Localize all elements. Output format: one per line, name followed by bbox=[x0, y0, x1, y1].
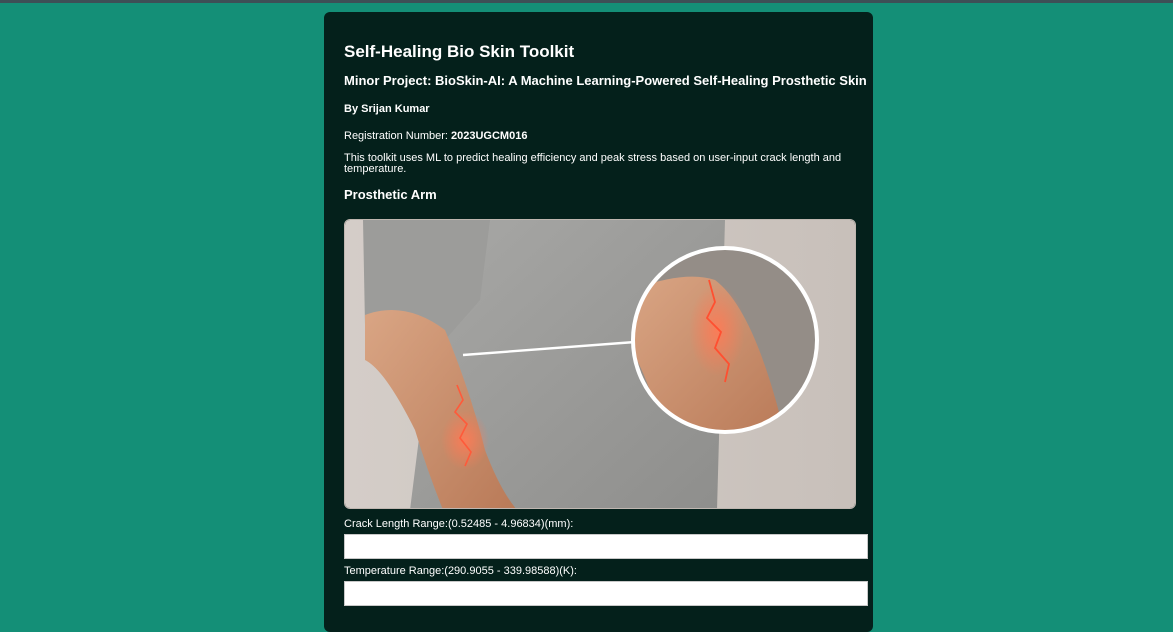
temperature-label: Temperature Range:(290.9055 - 339.98588)… bbox=[344, 565, 577, 577]
temperature-input[interactable] bbox=[344, 581, 868, 606]
author-name: Srijan Kumar bbox=[361, 103, 430, 115]
window-top-border bbox=[0, 0, 1173, 3]
project-subtitle: Minor Project: BioSkin-AI: A Machine Lea… bbox=[344, 73, 867, 88]
toolkit-description: This toolkit uses ML to predict healing … bbox=[344, 152, 842, 175]
crack-length-label: Crack Length Range:(0.52485 - 4.96834)(m… bbox=[344, 518, 574, 530]
registration-number: 2023UGCM016 bbox=[451, 130, 528, 142]
section-title: Prosthetic Arm bbox=[344, 187, 437, 202]
author-line: By Srijan Kumar bbox=[344, 103, 430, 115]
prosthetic-arm-illustration bbox=[345, 220, 855, 508]
registration-label: Registration Number: bbox=[344, 130, 448, 142]
prosthetic-arm-image bbox=[344, 219, 856, 509]
registration-line: Registration Number: 2023UGCM016 bbox=[344, 130, 527, 142]
page-title: Self-Healing Bio Skin Toolkit bbox=[344, 42, 575, 61]
toolkit-card: Self-Healing Bio Skin Toolkit Minor Proj… bbox=[324, 12, 873, 632]
author-prefix: By bbox=[344, 103, 359, 115]
crack-length-input[interactable] bbox=[344, 534, 868, 559]
